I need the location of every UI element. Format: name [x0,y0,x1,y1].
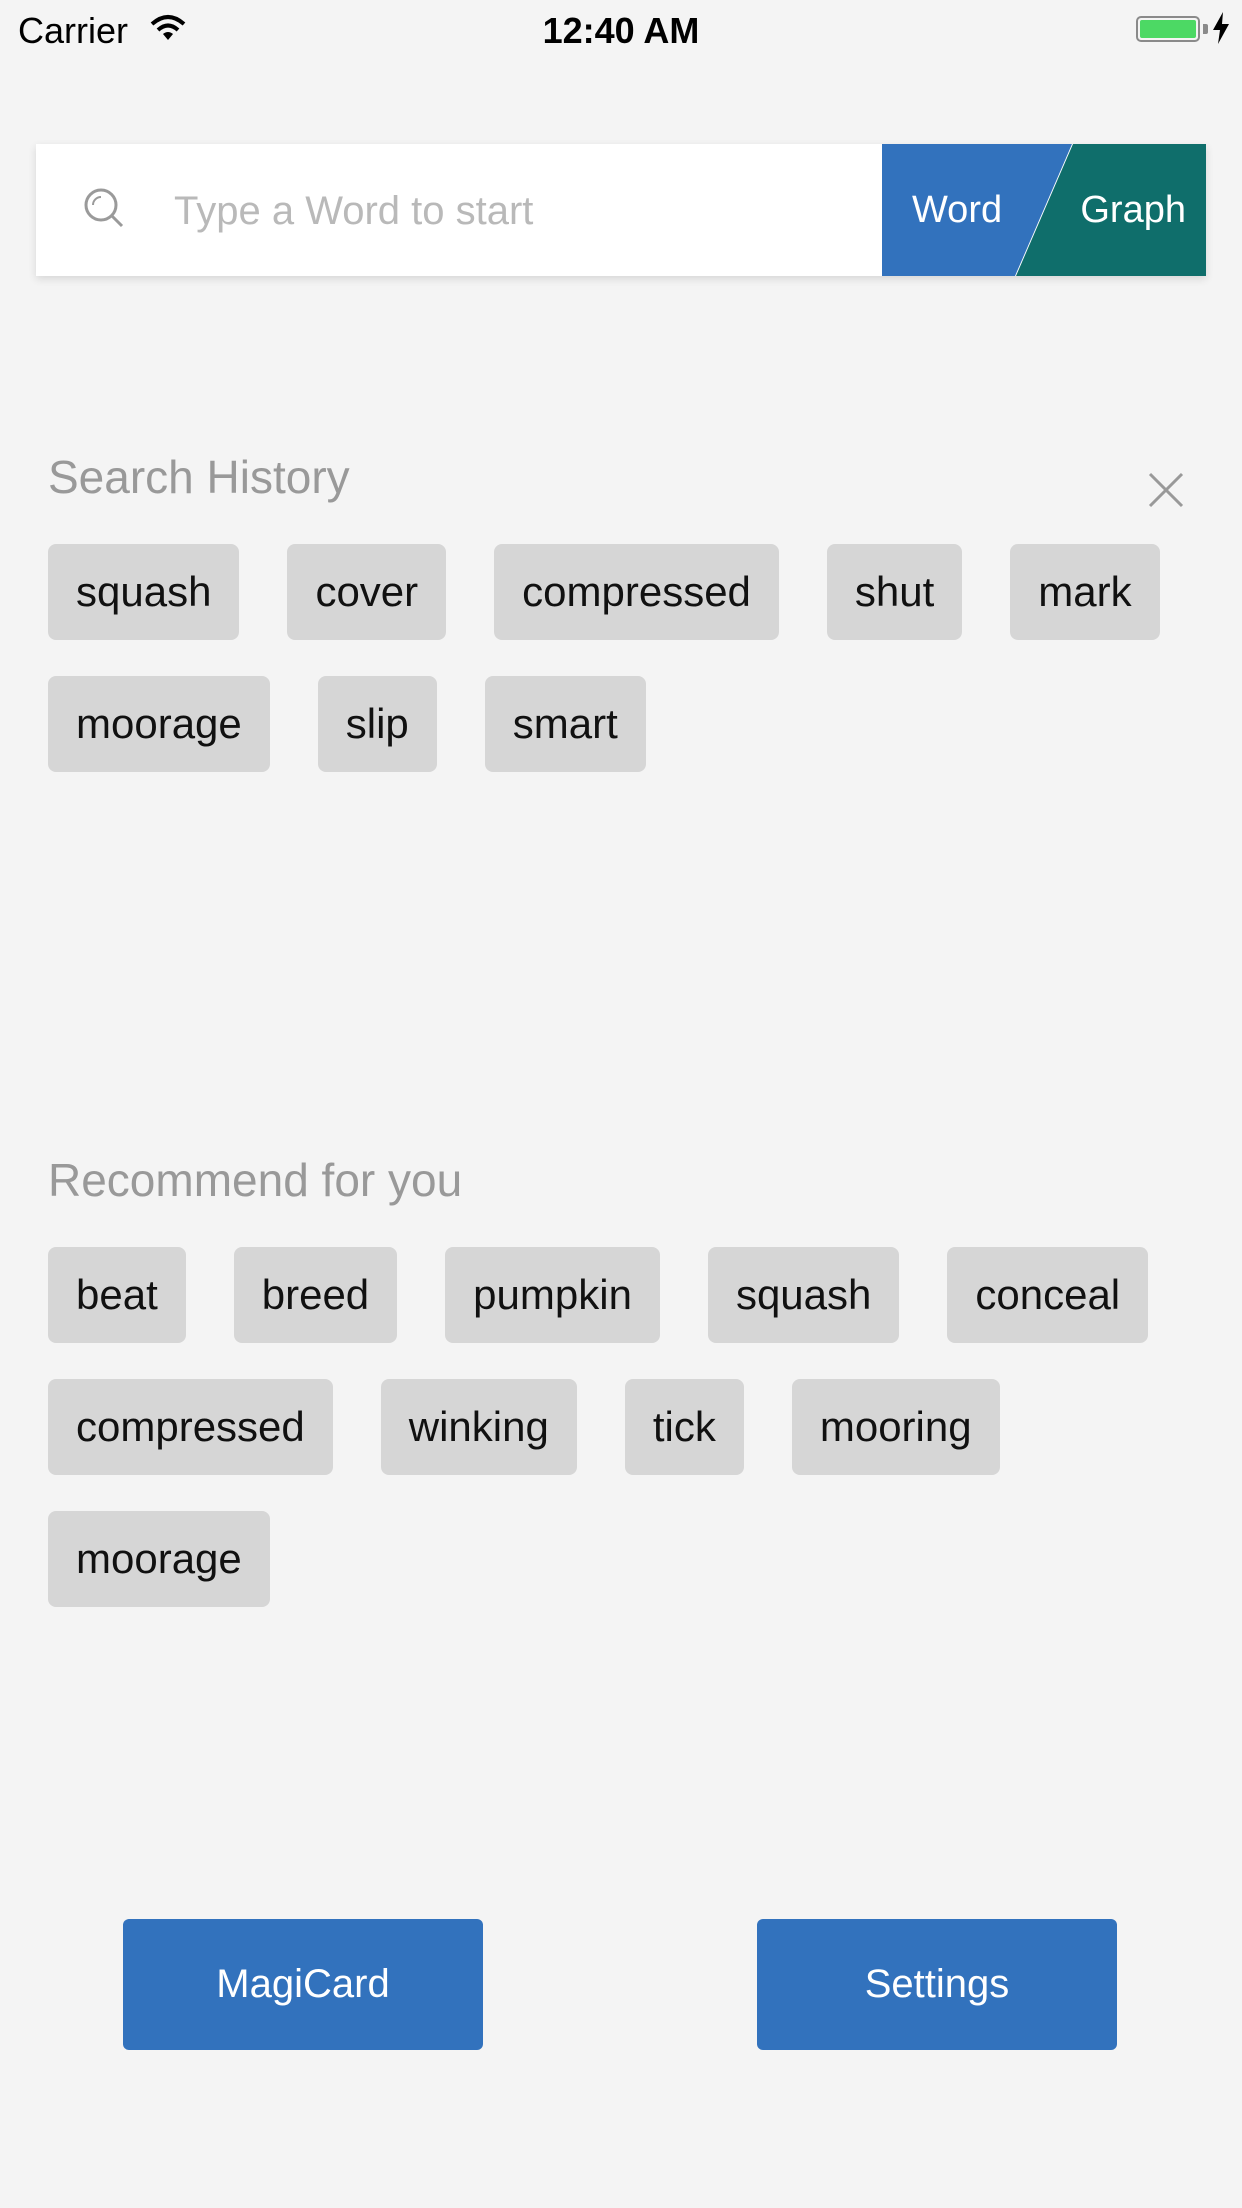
status-bar: Carrier 12:40 AM [0,0,1242,60]
history-chip[interactable]: cover [287,544,447,640]
history-chip[interactable]: shut [826,544,963,640]
recommend-chip[interactable]: winking [380,1379,577,1475]
recommend-chip[interactable]: squash [707,1247,900,1343]
recommend-chip[interactable]: pumpkin [445,1247,660,1343]
history-chip[interactable]: slip [317,676,437,772]
history-row: squash cover compressed shut mark [48,544,1160,640]
close-icon[interactable] [1146,470,1186,510]
mode-word-label: Word [912,189,1003,231]
recommend-row: beat breed pumpkin squash conceal [48,1247,1149,1343]
recommend-chip[interactable]: beat [48,1247,186,1343]
recommend-chip[interactable]: tick [624,1379,744,1475]
history-chip[interactable]: smart [484,676,646,772]
recommend-chip[interactable]: mooring [791,1379,1000,1475]
history-chip[interactable]: squash [48,544,240,640]
recommend-chip[interactable]: compressed [48,1379,333,1475]
search-history-title: Search History [48,451,350,503]
history-chip[interactable]: moorage [48,676,270,772]
recommend-chip[interactable]: breed [233,1247,398,1343]
battery-icon [1136,16,1200,42]
charging-bolt-icon [1212,12,1230,49]
settings-button[interactable]: Settings [757,1919,1117,2050]
recommend-row: compressed winking tick mooring [48,1379,1000,1475]
recommend-chip[interactable]: moorage [48,1511,270,1607]
history-row: moorage slip smart [48,676,646,772]
magicard-button[interactable]: MagiCard [123,1919,483,2050]
history-chip[interactable]: mark [1010,544,1160,640]
battery-tip [1203,24,1208,34]
recommend-chip[interactable]: conceal [947,1247,1149,1343]
recommend-row: moorage [48,1511,270,1607]
search-input[interactable] [172,174,876,248]
recommend-title: Recommend for you [48,1154,463,1206]
mode-graph-label: Graph [1080,189,1186,231]
status-time: 12:40 AM [542,10,700,51]
search-icon [82,186,128,237]
history-chip[interactable]: compressed [494,544,779,640]
mode-toggle: Word Graph [882,144,1206,276]
search-bar: Word Graph [36,144,1206,276]
